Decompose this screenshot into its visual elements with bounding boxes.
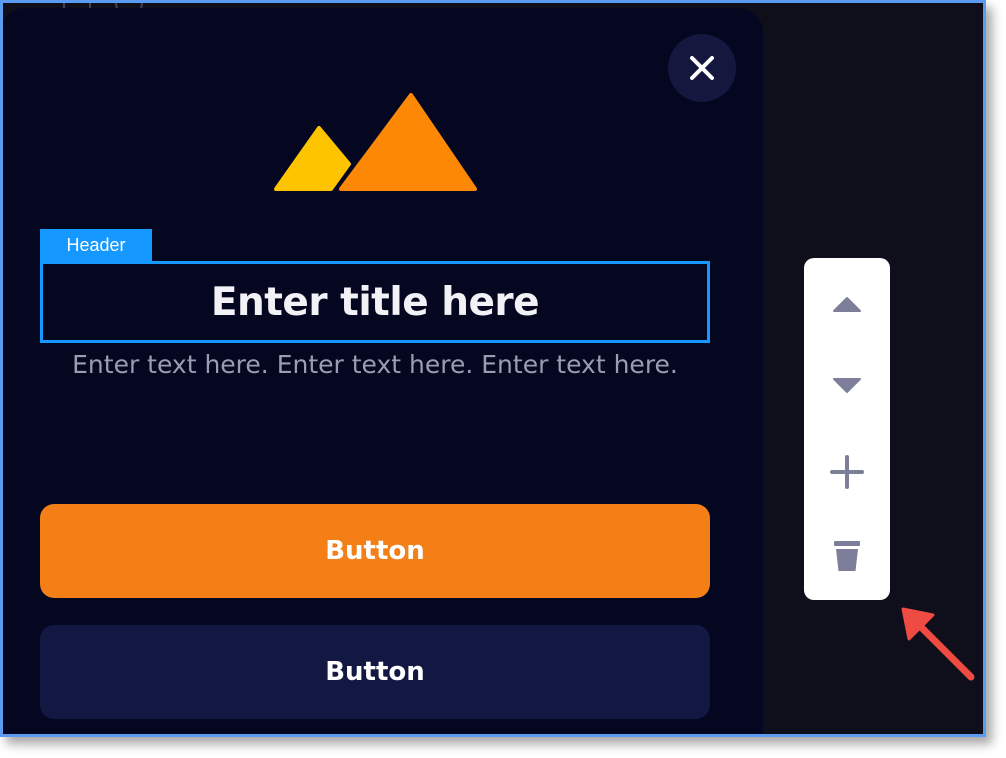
plus-icon (830, 455, 864, 489)
close-icon (690, 56, 714, 80)
trash-icon (834, 541, 860, 571)
triangle-down-icon (833, 378, 861, 393)
triangle-up-icon (833, 297, 861, 312)
delete-block-button[interactable] (804, 526, 890, 586)
screenshot-frame: Header Enter title here Enter text here.… (0, 0, 986, 737)
modal-panel: Header Enter title here Enter text here.… (3, 8, 763, 734)
move-down-button[interactable] (804, 356, 890, 416)
title-input[interactable]: Enter title here (40, 261, 710, 343)
close-button[interactable] (668, 34, 736, 102)
primary-button[interactable]: Button (40, 504, 710, 598)
mountains-logo-icon (274, 93, 477, 191)
add-block-button[interactable] (804, 442, 890, 502)
header-tag: Header (40, 229, 152, 261)
block-toolbar (804, 258, 890, 600)
red-arrow-icon (901, 607, 975, 681)
title-text: Enter title here (210, 279, 540, 325)
move-up-button[interactable] (804, 274, 890, 334)
secondary-button[interactable]: Button (40, 625, 710, 719)
body-text[interactable]: Enter text here. Enter text here. Enter … (60, 342, 690, 387)
